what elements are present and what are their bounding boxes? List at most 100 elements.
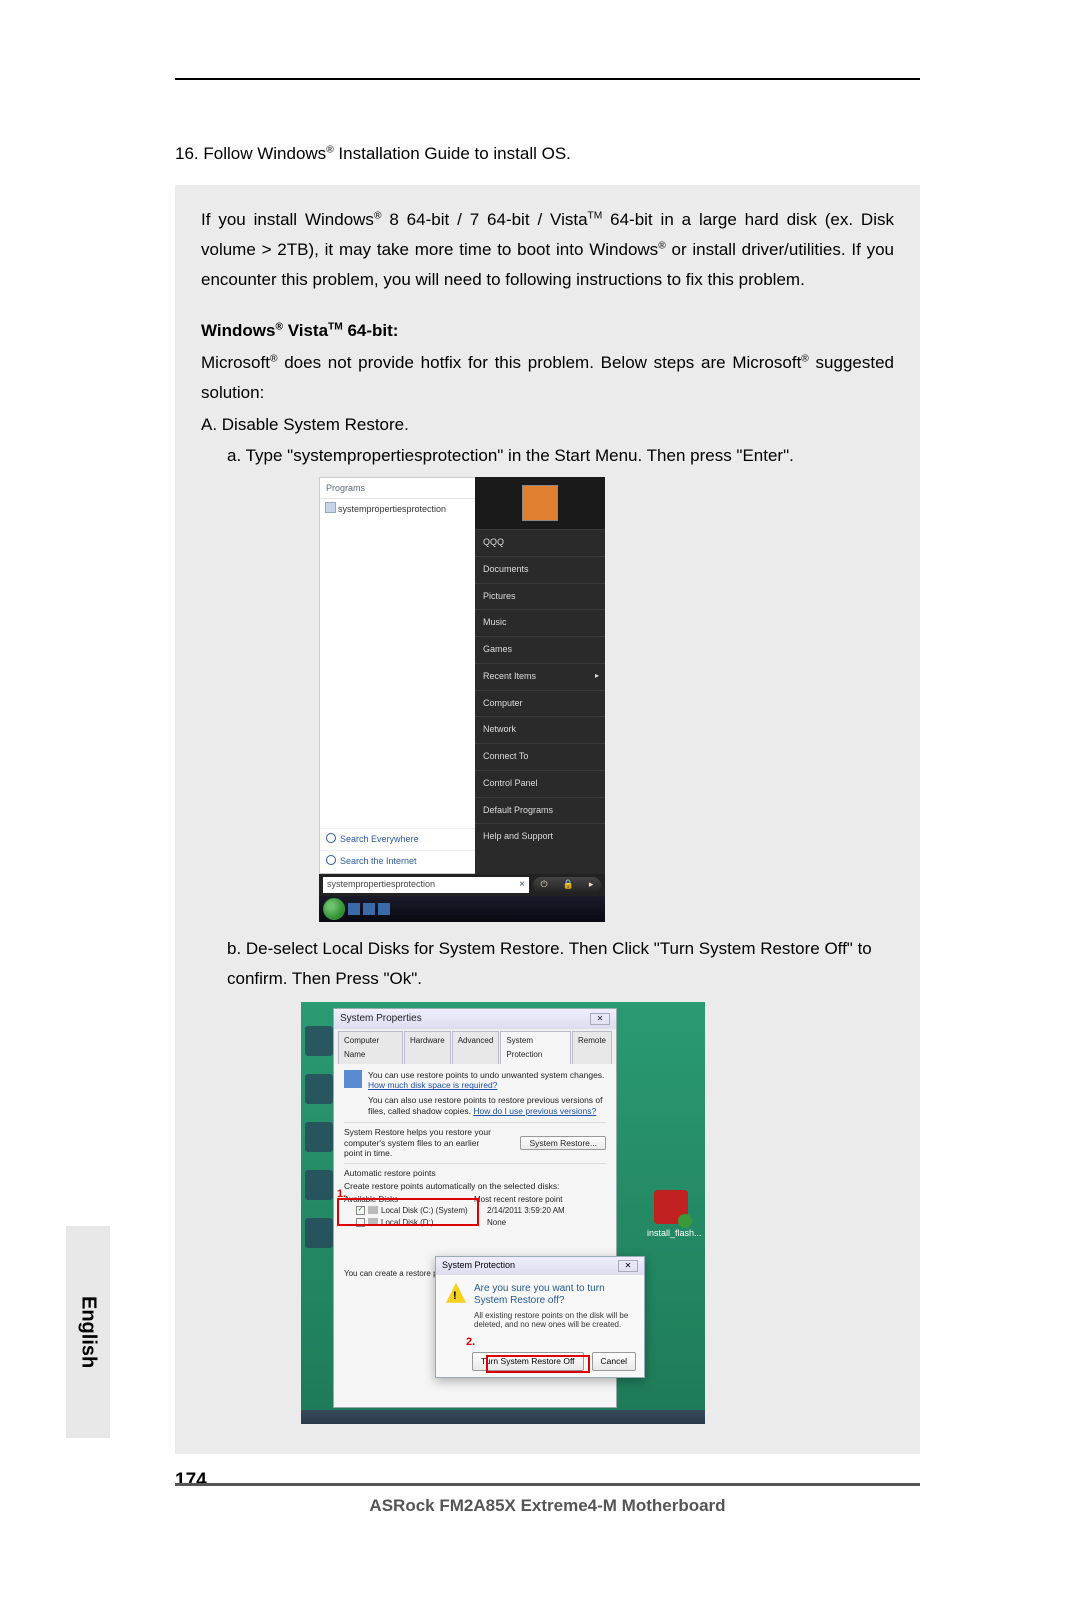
step-text-b: Installation Guide to install OS. (334, 144, 571, 163)
desc-1: You can use restore points to undo unwan… (368, 1070, 604, 1080)
menu-computer[interactable]: Computer (475, 690, 605, 717)
ms1: Microsoft (201, 353, 270, 372)
search-everywhere[interactable]: Search Everywhere (320, 828, 475, 851)
shortcut-label: install_flash... (647, 1228, 702, 1238)
taskbar-icon[interactable] (378, 903, 390, 915)
reg-mark: ® (801, 354, 809, 365)
cancel-button[interactable]: Cancel (592, 1352, 636, 1371)
page-number: 174 (175, 1470, 213, 1492)
reg-mark: ® (658, 240, 666, 251)
language-label: English (77, 1296, 100, 1368)
note-box: If you install Windows ® 8 64-bit / 7 64-… (175, 185, 920, 1454)
auto-label: Automatic restore points (344, 1168, 606, 1179)
user-name[interactable]: QQQ (475, 529, 605, 556)
col-recent: Most recent restore point (474, 1195, 562, 1205)
heading-vista: Windows® VistaTM 64-bit: (201, 316, 894, 346)
step-text-a: Follow Windows (203, 144, 326, 163)
taskbar (319, 896, 605, 922)
tab-hardware[interactable]: Hardware (404, 1031, 451, 1064)
callout-box-2 (486, 1355, 590, 1373)
confirm-title-bar: System Protection ✕ (436, 1257, 644, 1275)
create-label: Create restore points automatically on t… (344, 1181, 606, 1192)
sub-step-a: a. Type "systempropertiesprotection" in … (227, 441, 894, 471)
taskbar-icon[interactable] (363, 903, 375, 915)
sub-step-b: b. De-select Local Disks for System Rest… (227, 934, 894, 994)
desktop-icon[interactable] (305, 1122, 333, 1152)
menu-games[interactable]: Games (475, 636, 605, 663)
page-content: 16. Follow Windows® Installation Guide t… (175, 140, 920, 1454)
h-c: 64-bit: (343, 321, 399, 340)
tm-mark: TM (588, 211, 603, 222)
h-b: Vista (283, 321, 328, 340)
menu-recent[interactable]: Recent Items▸ (475, 663, 605, 690)
top-rule (175, 78, 920, 80)
tab-strip: Computer Name Hardware Advanced System P… (334, 1029, 616, 1064)
system-restore-button[interactable]: System Restore... (520, 1136, 606, 1151)
intro-b: 8 64-bit / 7 64-bit / Vista (381, 210, 587, 229)
start-search-input[interactable]: systempropertiesprotection × (323, 877, 529, 893)
confirm-dialog: System Protection ✕ Are you sure you wan… (435, 1256, 645, 1378)
close-button[interactable]: ✕ (590, 1013, 610, 1025)
bottom-rule (175, 1483, 920, 1486)
menu-documents[interactable]: Documents (475, 556, 605, 583)
menu-music[interactable]: Music (475, 609, 605, 636)
desktop-icon[interactable] (305, 1218, 333, 1248)
step-A: A. Disable System Restore. (201, 410, 894, 440)
confirm-subtext: All existing restore points on the disk … (474, 1311, 634, 1330)
sleep-icon[interactable]: ⏻ (541, 877, 548, 893)
desktop-icon[interactable] (305, 1026, 333, 1056)
programs-header: Programs (320, 478, 475, 499)
link-disk-space[interactable]: How much disk space is required? (368, 1080, 497, 1090)
search-internet[interactable]: Search the Internet (320, 850, 475, 873)
chevron-right-icon: ▸ (595, 669, 599, 683)
restore-icon (344, 1070, 362, 1088)
close-button[interactable]: ✕ (618, 1260, 638, 1272)
dialog-title-bar: System Properties ✕ (334, 1009, 616, 1029)
tab-remote[interactable]: Remote (572, 1031, 612, 1064)
program-result[interactable]: systempropertiesprotection (320, 499, 475, 521)
menu-network[interactable]: Network (475, 716, 605, 743)
h-a: Windows (201, 321, 275, 340)
restore-help-text: System Restore helps you restore your co… (344, 1127, 494, 1159)
intro-a: If you install Windows (201, 210, 374, 229)
desktop-icon[interactable] (305, 1170, 333, 1200)
screenshot-start-menu: Programs systempropertiesprotection Sear… (319, 477, 605, 922)
reg-mark: ® (326, 144, 334, 155)
desktop-shortcut-flash[interactable]: install_flash... (647, 1190, 695, 1242)
start-left-column: Programs systempropertiesprotection Sear… (319, 477, 475, 874)
step-16: 16. Follow Windows® Installation Guide t… (175, 140, 920, 167)
flash-icon (654, 1190, 688, 1224)
taskbar (301, 1410, 705, 1424)
footer-text: ASRock FM2A85X Extreme4-M Motherboard (175, 1496, 920, 1516)
screenshot-system-properties: install_flash... System Properties ✕ Com… (301, 1002, 705, 1424)
desktop-icon[interactable] (305, 1074, 333, 1104)
menu-connect[interactable]: Connect To (475, 743, 605, 770)
link-prev-versions[interactable]: How do I use previous versions? (473, 1106, 596, 1116)
menu-defprog[interactable]: Default Programs (475, 797, 605, 824)
disk-d-date: None (487, 1218, 506, 1228)
menu-cpanel[interactable]: Control Panel (475, 770, 605, 797)
confirm-title: System Protection (442, 1258, 515, 1274)
lock-icon[interactable]: 🔒 (563, 877, 574, 893)
confirm-question: Are you sure you want to turn System Res… (474, 1283, 634, 1307)
menu-help[interactable]: Help and Support (475, 823, 605, 850)
warning-icon (446, 1283, 466, 1303)
tab-advanced[interactable]: Advanced (452, 1031, 500, 1064)
user-avatar (522, 485, 558, 521)
step-num: 16. (175, 144, 199, 163)
dialog-title: System Properties (340, 1010, 422, 1028)
language-tab: English (66, 1226, 110, 1438)
taskbar-icon[interactable] (348, 903, 360, 915)
desktop-icons (305, 1026, 335, 1248)
power-button-group[interactable]: ⏻ 🔒 ▸ (533, 877, 601, 893)
note-intro: If you install Windows ® 8 64-bit / 7 64-… (201, 205, 894, 294)
disk-c-date: 2/14/2011 3:59:20 AM (487, 1206, 565, 1216)
start-button[interactable] (323, 898, 345, 920)
reg-mark: ® (275, 322, 283, 333)
tab-computer-name[interactable]: Computer Name (338, 1031, 403, 1064)
callout-box-1 (337, 1198, 479, 1226)
clear-icon[interactable]: × (519, 876, 525, 894)
tab-system-protection[interactable]: System Protection (500, 1031, 571, 1064)
menu-pictures[interactable]: Pictures (475, 583, 605, 610)
shutdown-menu-icon[interactable]: ▸ (589, 877, 594, 893)
